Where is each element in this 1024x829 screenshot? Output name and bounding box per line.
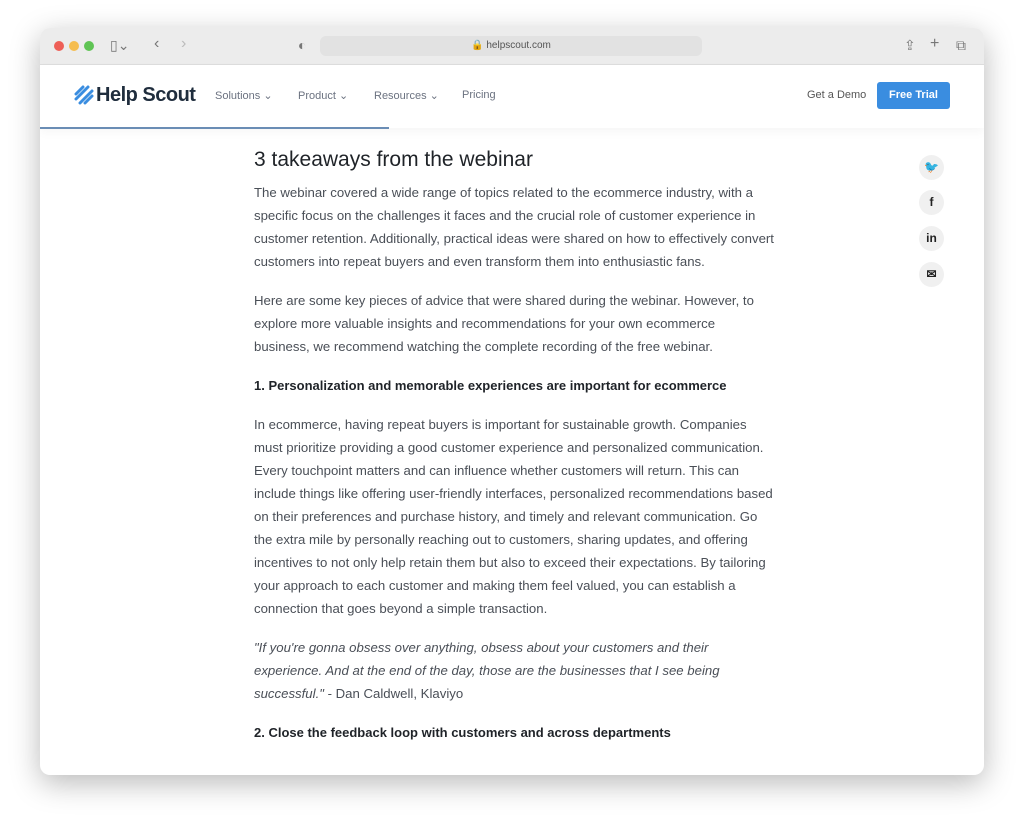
new-tab-icon[interactable]: + <box>930 35 939 53</box>
subheading: 1. Personalization and memorable experie… <box>254 378 727 393</box>
reading-progress-bar <box>40 127 390 129</box>
close-button[interactable] <box>54 41 64 51</box>
facebook-share-icon[interactable]: f <box>919 190 944 215</box>
sidebar-icon[interactable]: ▯⌄ <box>110 37 129 54</box>
quote: "If you're gonna obsess over anything, o… <box>254 636 774 705</box>
back-icon[interactable]: ‹ <box>154 35 159 53</box>
subheading: 2. Close the feedback loop with customer… <box>254 725 671 740</box>
paragraph: Here are some key pieces of advice that … <box>254 293 754 354</box>
minimize-button[interactable] <box>69 41 79 51</box>
browser-toolbar: ▯⌄ ‹ › ◐ 🔒 helpscout.com ⇪ + ⧉ <box>40 28 984 65</box>
url-text: helpscout.com <box>486 40 551 51</box>
share-icon[interactable]: ⇪ <box>904 37 916 54</box>
shield-icon[interactable]: ◐ <box>298 37 306 53</box>
logo-icon <box>74 85 94 105</box>
email-share-icon[interactable]: ✉ <box>919 262 944 287</box>
maximize-button[interactable] <box>84 41 94 51</box>
paragraph: The webinar covered a wide range of topi… <box>254 185 774 269</box>
article-body: 3 takeaways from the webinar The webinar… <box>254 146 774 760</box>
section-title: 3 takeaways from the webinar <box>254 148 533 171</box>
free-trial-button[interactable]: Free Trial <box>877 82 950 109</box>
tabs-icon[interactable]: ⧉ <box>956 37 966 54</box>
get-demo-link[interactable]: Get a Demo <box>807 89 866 101</box>
nav-resources[interactable]: Resources ⌄ <box>374 89 439 102</box>
forward-icon[interactable]: › <box>181 35 186 53</box>
nav-solutions[interactable]: Solutions ⌄ <box>215 89 273 102</box>
linkedin-share-icon[interactable]: in <box>919 226 944 251</box>
twitter-share-icon[interactable]: 🐦 <box>919 155 944 180</box>
nav-pricing[interactable]: Pricing <box>462 89 496 101</box>
quote-attribution: - Dan Caldwell, Klaviyo <box>323 686 464 701</box>
logo-text: Help Scout <box>96 84 196 106</box>
address-bar[interactable]: 🔒 helpscout.com <box>320 36 702 56</box>
logo[interactable]: Help Scout <box>74 84 196 107</box>
site-header: Help Scout Solutions ⌄ Product ⌄ Resourc… <box>40 65 984 128</box>
nav-product[interactable]: Product ⌄ <box>298 89 348 102</box>
paragraph: In ecommerce, having repeat buyers is im… <box>254 417 773 616</box>
browser-window: ▯⌄ ‹ › ◐ 🔒 helpscout.com ⇪ + ⧉ Help Scou… <box>40 28 984 775</box>
